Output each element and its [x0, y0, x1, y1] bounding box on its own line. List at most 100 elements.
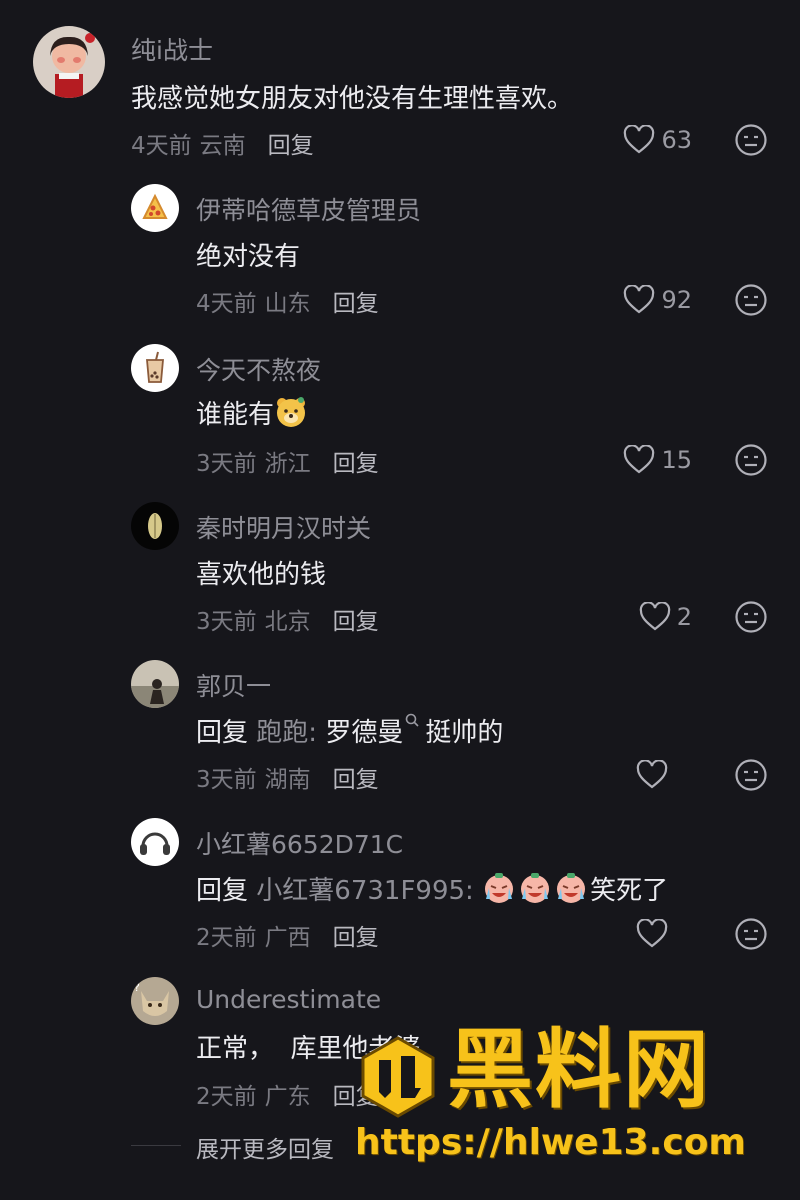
reply-button[interactable]: 回复: [333, 291, 379, 317]
avatar[interactable]: [131, 818, 179, 866]
reply-item: 今天不熬夜 谁能有 3天前 浙江 回复 15: [0, 330, 800, 490]
username[interactable]: Underestimate: [196, 985, 381, 1014]
reply-target-user[interactable]: 小红薯6731F995:: [256, 876, 474, 906]
comment-meta: 2天前 广东 回复: [196, 1077, 379, 1111]
timestamp: 2天前: [196, 925, 257, 951]
timestamp: 3天前: [196, 767, 257, 793]
mentioned-name[interactable]: 罗德曼: [325, 718, 403, 748]
avatar[interactable]: [131, 660, 179, 708]
expand-more-replies-button[interactable]: 展开更多回复: [196, 1130, 334, 1164]
location: 云南: [199, 133, 246, 159]
neutral-face-icon: [735, 284, 767, 316]
neutral-face-icon: [735, 124, 767, 156]
avatar[interactable]: [33, 26, 105, 98]
reply-item: 伊蒂哈德草皮管理员 绝对没有 4天前 山东 回复 92: [0, 170, 800, 330]
reply-prefix: 回复: [196, 718, 249, 748]
dislike-button[interactable]: [734, 917, 768, 951]
comment-text-body: 笑死了: [590, 876, 669, 906]
timestamp: 4天前: [131, 133, 192, 159]
heart-icon: [624, 445, 655, 474]
reply-item: 郭贝一 回复 跑跑: 罗德曼 挺帅的 3天前 湖南 回复: [0, 650, 800, 808]
reply-prefix: 回复: [196, 876, 249, 906]
comment-meta: 3天前 浙江 回复: [196, 444, 379, 478]
location: 广东: [264, 1084, 311, 1110]
comment-text: 回复 小红薯6731F995: 笑死了: [196, 870, 668, 912]
avatar[interactable]: ?: [131, 977, 179, 1025]
dislike-button[interactable]: [734, 283, 768, 317]
watermark-url: https://hlwe13.com: [355, 1122, 746, 1163]
username[interactable]: 伊蒂哈德草皮管理员: [196, 191, 421, 227]
avatar[interactable]: [131, 502, 179, 550]
search-icon[interactable]: [405, 713, 419, 729]
like-button[interactable]: 92: [600, 282, 692, 318]
like-button[interactable]: 63: [600, 122, 692, 158]
neutral-face-icon: [735, 918, 767, 950]
watermark-logo-icon: [361, 1036, 435, 1118]
avatar[interactable]: [131, 184, 179, 232]
username[interactable]: 纯ⅰ战士: [131, 31, 213, 67]
neutral-face-icon: [735, 601, 767, 633]
comment-meta: 2天前 广西 回复: [196, 918, 379, 952]
comment-meta: 4天前 云南 回复: [131, 126, 314, 160]
reply-button[interactable]: 回复: [333, 609, 379, 635]
comment-text: 回复 跑跑: 罗德曼 挺帅的: [196, 712, 503, 749]
like-count: 92: [661, 286, 692, 314]
heart-icon: [624, 285, 655, 314]
username[interactable]: 郭贝一: [196, 667, 271, 703]
svg-text:?: ?: [134, 981, 140, 994]
crying-laughing-emoji: [518, 871, 552, 912]
watermark: 黑料网 https://hlwe13.com: [355, 1020, 785, 1170]
bear-face-emoji: [274, 395, 308, 436]
reply-button[interactable]: 回复: [268, 133, 314, 159]
like-button[interactable]: 2: [600, 599, 692, 635]
reply-target-user[interactable]: 跑跑:: [256, 718, 317, 748]
reply-item: 小红薯6652D71C 回复 小红薯6731F995: 笑死了 2天前 广西 回复: [0, 808, 800, 968]
timestamp: 3天前: [196, 451, 257, 477]
comment-meta: 3天前 湖南 回复: [196, 760, 379, 794]
comment-text: 绝对没有: [196, 242, 301, 272]
username[interactable]: 秦时明月汉时关: [196, 509, 371, 545]
reply-button[interactable]: 回复: [333, 767, 379, 793]
dislike-button[interactable]: [734, 600, 768, 634]
comment-item: 纯ⅰ战士 我感觉她女朋友对他没有生理性喜欢。 4天前 云南 回复 63: [0, 0, 800, 170]
heart-icon: [624, 125, 655, 154]
neutral-face-icon: [735, 444, 767, 476]
comment-text-body: 谁能有: [196, 400, 275, 430]
comment-meta: 4天前 山东 回复: [196, 284, 379, 318]
timestamp: 3天前: [196, 609, 257, 635]
location: 山东: [264, 291, 311, 317]
location: 湖南: [264, 767, 311, 793]
like-count: 2: [676, 603, 692, 631]
timestamp: 2天前: [196, 1084, 257, 1110]
heart-icon: [639, 602, 670, 631]
divider: [131, 1145, 181, 1146]
crying-laughing-emoji: [482, 871, 516, 912]
like-count: 15: [661, 446, 692, 474]
reply-button[interactable]: 回复: [333, 451, 379, 477]
like-button[interactable]: [600, 916, 668, 952]
reply-item: 秦时明月汉时关 喜欢他的钱 3天前 北京 回复 2: [0, 490, 800, 650]
timestamp: 4天前: [196, 291, 257, 317]
username[interactable]: 今天不熬夜: [196, 351, 321, 387]
username[interactable]: 小红薯6652D71C: [196, 825, 403, 861]
watermark-title: 黑料网: [447, 1020, 711, 1120]
heart-icon: [636, 760, 668, 789]
avatar[interactable]: [131, 344, 179, 392]
reply-button[interactable]: 回复: [333, 925, 379, 951]
location: 北京: [264, 609, 311, 635]
comment-text: 谁能有: [196, 394, 310, 436]
like-button[interactable]: 15: [600, 442, 692, 478]
comment-text: 喜欢他的钱: [196, 560, 327, 590]
dislike-button[interactable]: [734, 758, 768, 792]
location: 广西: [264, 925, 311, 951]
comment-meta: 3天前 北京 回复: [196, 602, 379, 636]
like-button[interactable]: [600, 757, 668, 793]
comment-text-body: 挺帅的: [425, 718, 504, 748]
crying-laughing-emoji: [554, 871, 588, 912]
location: 浙江: [264, 451, 311, 477]
dislike-button[interactable]: [734, 123, 768, 157]
heart-icon: [636, 919, 668, 948]
comment-text: 我感觉她女朋友对他没有生理性喜欢。: [131, 84, 574, 114]
like-count: 63: [661, 126, 692, 154]
dislike-button[interactable]: [734, 443, 768, 477]
